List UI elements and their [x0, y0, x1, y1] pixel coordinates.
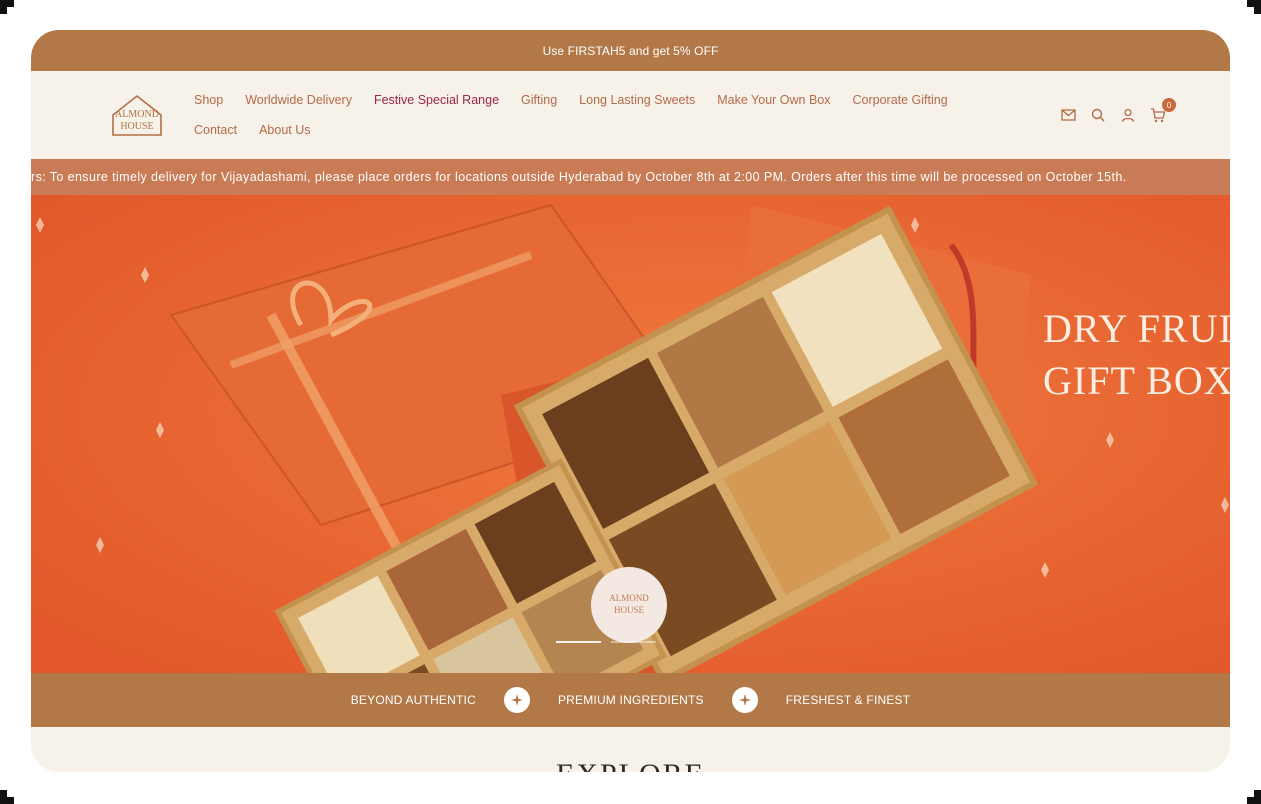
tag-text-line2: HOUSE: [614, 605, 645, 615]
logo-house-icon: ALMOND HOUSE: [112, 94, 162, 136]
frame-corner-top-right: [1247, 0, 1261, 14]
cart-icon[interactable]: 0: [1150, 98, 1176, 123]
account-icon[interactable]: [1120, 107, 1136, 123]
sparkle-icon: [503, 687, 530, 713]
search-icon[interactable]: [1090, 107, 1106, 123]
delivery-notice-ticker: rs: To ensure timely delivery for Vijaya…: [31, 159, 1230, 195]
slide-dot-1[interactable]: [556, 641, 601, 643]
site-header: ALMOND HOUSE Shop Worldwide Delivery Fes…: [31, 71, 1230, 159]
feature-beyond-authentic: BEYOND AUTHENTIC: [350, 693, 476, 707]
hero-banner[interactable]: ALMOND HOUSE DRY FRUI GIFT BOXE: [31, 195, 1230, 673]
hero-illustration: ALMOND HOUSE: [31, 195, 1230, 673]
cart-count-badge: 0: [1162, 98, 1176, 112]
hero-title-line1: DRY FRUI: [1043, 306, 1230, 351]
nav-long-lasting-sweets[interactable]: Long Lasting Sweets: [579, 91, 695, 109]
frame-corner-bottom-left: [0, 790, 14, 804]
nav-contact[interactable]: Contact: [194, 121, 237, 139]
main-navigation: Shop Worldwide Delivery Festive Special …: [194, 91, 1014, 139]
nav-gifting[interactable]: Gifting: [521, 91, 557, 109]
nav-shop[interactable]: Shop: [194, 91, 223, 109]
announcement-text: Use FIRSTAH5 and get 5% OFF: [542, 43, 719, 58]
hero-title: DRY FRUI GIFT BOXE: [1043, 303, 1230, 407]
frame-corner-bottom-right: [1247, 790, 1261, 804]
slide-dot-2[interactable]: [611, 641, 656, 643]
browser-viewport: Use FIRSTAH5 and get 5% OFF ALMOND HOUSE…: [31, 30, 1230, 772]
svg-text:ALMOND: ALMOND: [115, 109, 159, 120]
explore-heading: EXPLORE: [31, 758, 1230, 772]
nav-festive-special-range[interactable]: Festive Special Range: [374, 91, 499, 109]
nav-worldwide-delivery[interactable]: Worldwide Delivery: [245, 91, 352, 109]
frame-corner-top-left: [0, 0, 14, 14]
header-actions: 0: [1060, 98, 1176, 123]
ticker-text: rs: To ensure timely delivery for Vijaya…: [31, 170, 1127, 184]
svg-text:HOUSE: HOUSE: [120, 121, 153, 132]
tag-text-line1: ALMOND: [609, 593, 649, 603]
hero-title-line2: GIFT BOXE: [1043, 358, 1230, 403]
feature-premium-ingredients: PREMIUM INGREDIENTS: [557, 693, 704, 707]
announcement-bar: Use FIRSTAH5 and get 5% OFF: [31, 30, 1230, 71]
features-strip: BEYOND AUTHENTIC PREMIUM INGREDIENTS FRE…: [31, 673, 1230, 727]
feature-freshest-finest: FRESHEST & FINEST: [785, 693, 911, 707]
mail-icon[interactable]: [1060, 107, 1076, 123]
nav-about-us[interactable]: About Us: [259, 121, 310, 139]
nav-make-your-own-box[interactable]: Make Your Own Box: [717, 91, 830, 109]
slide-indicators: [556, 641, 656, 643]
nav-corporate-gifting[interactable]: Corporate Gifting: [853, 91, 948, 109]
brand-logo[interactable]: ALMOND HOUSE: [109, 93, 165, 139]
sparkle-icon: [731, 687, 758, 713]
